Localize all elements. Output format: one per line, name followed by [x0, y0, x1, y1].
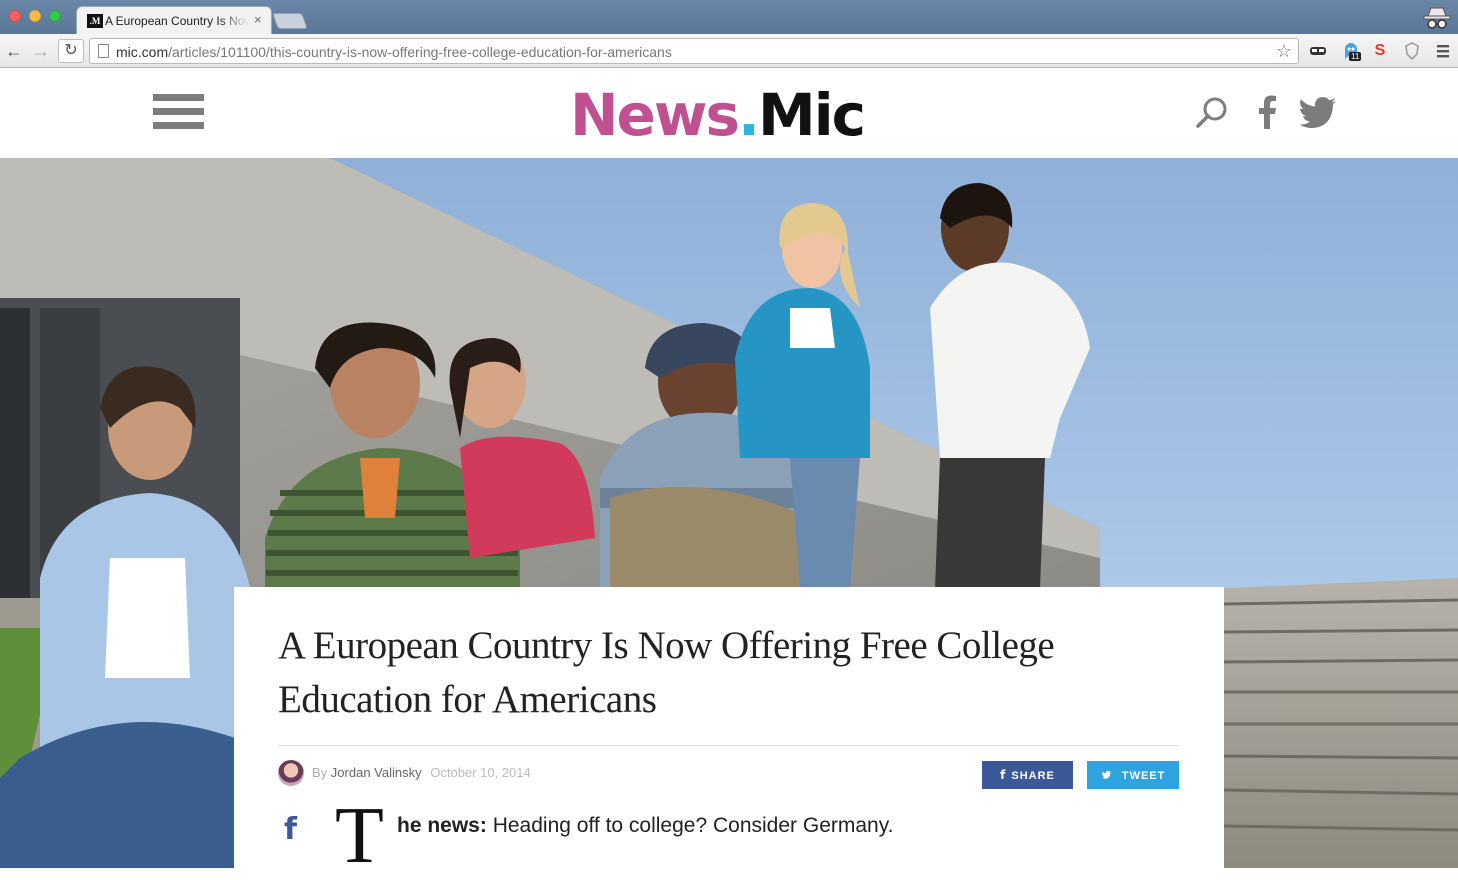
page-icon [98, 44, 109, 58]
address-bar[interactable]: mic.com/articles/101100/this-country-is-… [89, 38, 1299, 64]
mask-extension-icon[interactable] [1308, 41, 1328, 61]
tweet-button[interactable]: TWEET [1087, 761, 1179, 789]
byline: By Jordan Valinsky October 10, 2014 [312, 766, 531, 780]
forward-arrow-icon[interactable]: → [29, 39, 53, 63]
bookmark-star-icon[interactable]: ☆ [1276, 41, 1292, 61]
article-headline: A European Country Is Now Offering Free … [278, 624, 1055, 721]
facebook-icon: f [1000, 768, 1007, 782]
tab-close-icon[interactable]: × [254, 13, 262, 27]
hamburger-menu-icon[interactable] [153, 94, 204, 132]
site-logo[interactable]: News.Mic [570, 81, 866, 149]
divider [278, 745, 1179, 746]
shield-extension-icon[interactable] [1402, 41, 1422, 61]
ghostery-extension-icon[interactable]: 11 [1341, 41, 1362, 61]
url-text[interactable]: mic.com/articles/101100/this-country-is-… [116, 44, 672, 60]
tweet-label: TWEET [1121, 770, 1166, 782]
twitter-icon [1101, 768, 1117, 782]
search-icon[interactable] [1192, 93, 1232, 133]
url-path: /articles/101100/this-country-is-now-off… [168, 44, 672, 60]
twitter-icon[interactable] [1298, 93, 1338, 133]
window-close-button[interactable] [9, 10, 21, 22]
reload-icon[interactable]: ↻ [58, 39, 84, 63]
share-button[interactable]: f SHARE [982, 761, 1073, 789]
publish-date: October 10, 2014 [430, 765, 531, 780]
new-tab-button[interactable] [272, 13, 308, 29]
logo-dot: . [737, 81, 760, 149]
tab-title: A European Country Is Now Offering Free … [105, 14, 249, 28]
drop-cap: T [335, 792, 384, 880]
window-maximize-button[interactable] [49, 10, 61, 22]
mic-favicon-icon: .M [87, 14, 103, 28]
lede-text: Heading off to college? Consider Germany… [492, 814, 894, 837]
article-card: A European Country Is Now Offering Free … [234, 587, 1224, 880]
browser-titlebar: .M A European Country Is Now Offering Fr… [0, 0, 1458, 34]
lede-label: he news: [397, 814, 487, 837]
author-link[interactable]: Jordan Valinsky [331, 765, 422, 780]
browser-tab-active[interactable]: .M A European Country Is Now Offering Fr… [76, 6, 272, 34]
logo-news: News [570, 81, 740, 149]
share-label: SHARE [1011, 770, 1055, 782]
incognito-icon [1423, 7, 1451, 29]
by-label: By [312, 765, 328, 780]
side-facebook-icon[interactable]: f [284, 813, 297, 847]
site-header: News.Mic [0, 69, 1458, 158]
article-lede: he news: Heading off to college? Conside… [397, 814, 894, 838]
facebook-icon[interactable] [1248, 93, 1288, 133]
back-arrow-icon[interactable]: ← [2, 39, 26, 63]
browser-toolbar: ← → ↻ mic.com/articles/101100/this-count… [0, 34, 1458, 68]
chrome-menu-icon[interactable] [1433, 41, 1453, 61]
s-extension-icon[interactable]: S [1370, 41, 1390, 61]
url-host: mic.com [116, 44, 169, 60]
avatar[interactable] [278, 760, 304, 786]
extension-badge: 11 [1349, 52, 1362, 61]
window-minimize-button[interactable] [29, 10, 41, 22]
logo-mic: Mic [758, 81, 866, 149]
